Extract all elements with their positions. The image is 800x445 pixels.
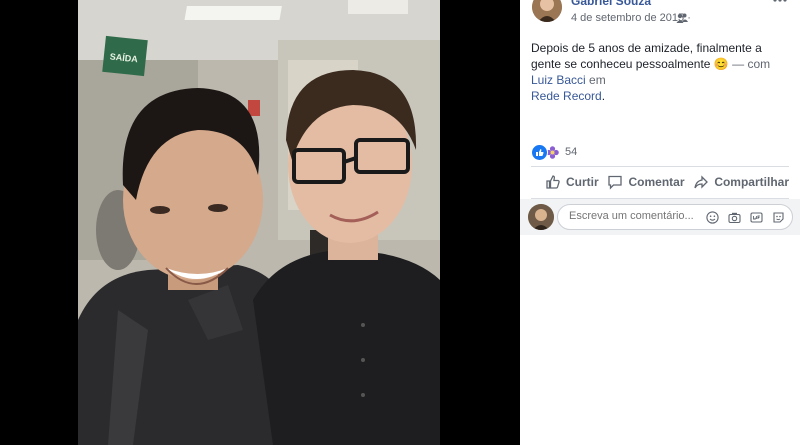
author-avatar[interactable] (532, 0, 562, 22)
comment-icon (608, 175, 623, 190)
thumbs-up-icon (546, 175, 560, 189)
more-options-icon[interactable] (772, 0, 788, 6)
smile-emoji: 😊 (713, 57, 729, 71)
post-caption: Depois de 5 anos de amizade, finalmente … (531, 40, 793, 104)
gif-icon[interactable] (750, 211, 763, 224)
tagged-person-link[interactable]: Luiz Bacci (531, 73, 586, 87)
exit-sign: SAÍDA (102, 35, 148, 77)
share-icon (694, 175, 709, 189)
like-label: Curtir (566, 175, 599, 189)
comment-input[interactable] (567, 209, 701, 223)
share-label: Compartilhar (714, 175, 789, 189)
photo-viewer: SAÍDA (0, 0, 520, 445)
comment-input-wrapper[interactable] (557, 204, 793, 230)
photo-illustration: SAÍDA (78, 0, 440, 445)
divider-top (531, 166, 789, 167)
post-actions: Curtir Comentar Compartilhar (531, 168, 789, 196)
post-photo[interactable]: SAÍDA (78, 0, 440, 445)
with-prefix: — com (732, 57, 771, 71)
post-panel: Gabriel Souza 4 de setembro de 2015 · De… (520, 0, 800, 445)
place-link[interactable]: Rede Record (531, 89, 602, 103)
camera-icon[interactable] (728, 211, 741, 224)
commenter-avatar[interactable] (528, 204, 554, 230)
in-word: em (589, 73, 606, 87)
emoji-icon[interactable] (706, 211, 719, 224)
caption-end: . (601, 89, 606, 103)
comment-button[interactable]: Comentar (607, 174, 685, 190)
comment-label: Comentar (628, 175, 685, 189)
reactions-summary[interactable]: 54 (531, 143, 578, 161)
comment-composer (520, 199, 800, 235)
friends-icon[interactable] (676, 12, 688, 24)
sticker-icon[interactable] (772, 211, 785, 224)
reaction-count: 54 (565, 146, 578, 158)
like-button[interactable]: Curtir (545, 174, 599, 190)
share-button[interactable]: Compartilhar (693, 174, 789, 190)
like-icon (531, 143, 548, 161)
author-name[interactable]: Gabriel Souza (571, 0, 651, 8)
post-date[interactable]: 4 de setembro de 2015 · (571, 12, 691, 24)
post-date-text[interactable]: 4 de setembro de 2015 (571, 12, 684, 24)
